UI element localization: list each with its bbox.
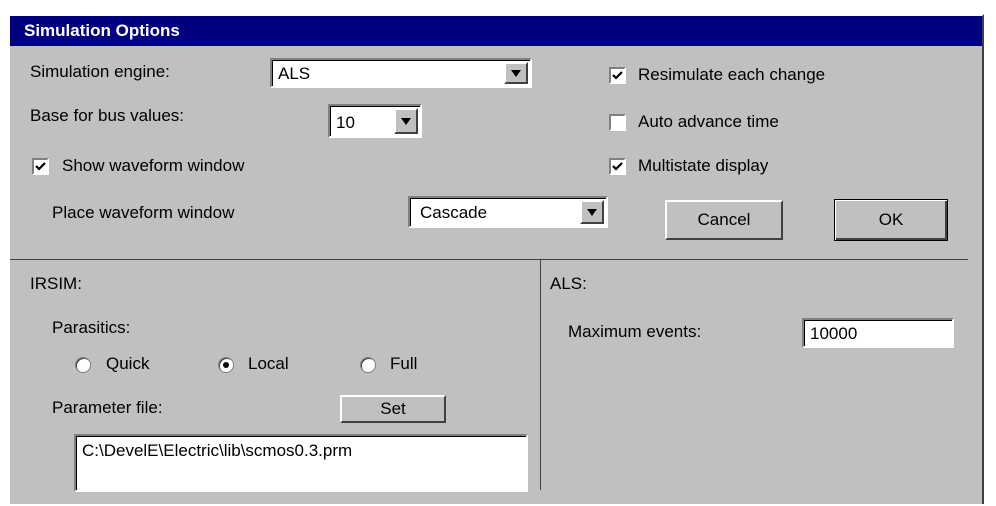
radio-quick[interactable] [75, 357, 91, 373]
place-waveform-select[interactable]: Cascade [408, 196, 608, 228]
place-waveform-dropdown-button[interactable] [580, 200, 604, 224]
max-events-label: Maximum events: [568, 322, 702, 341]
radio-full[interactable] [360, 357, 376, 373]
auto-advance-checkbox[interactable] [609, 114, 626, 131]
check-icon [612, 71, 623, 80]
place-waveform-value: Cascade [420, 203, 488, 222]
show-waveform-checkbox[interactable] [32, 158, 49, 175]
radio-local-label: Local [248, 354, 289, 373]
irsim-heading: IRSIM: [30, 274, 82, 293]
als-heading: ALS: [550, 274, 587, 293]
parameter-file-field[interactable]: C:\DevelE\Electric\lib\scmos0.3.prm [74, 434, 528, 492]
column-divider [540, 260, 541, 490]
bus-base-dropdown-button[interactable] [394, 108, 418, 134]
title-bar: Simulation Options [10, 16, 982, 46]
cancel-button[interactable]: Cancel [665, 200, 783, 240]
chevron-down-icon [401, 118, 411, 125]
parameter-file-path: C:\DevelE\Electric\lib\scmos0.3.prm [82, 441, 353, 460]
multistate-checkbox[interactable] [609, 158, 626, 175]
radio-quick-label: Quick [106, 354, 150, 373]
place-waveform-label: Place waveform window [52, 203, 235, 222]
set-button[interactable]: Set [340, 395, 446, 423]
engine-label: Simulation engine: [30, 62, 170, 81]
auto-advance-label: Auto advance time [638, 112, 779, 131]
ok-button[interactable]: OK [834, 199, 948, 241]
check-icon [35, 162, 46, 171]
resimulate-checkbox[interactable] [609, 67, 626, 84]
engine-value: ALS [278, 64, 311, 83]
radio-full-label: Full [390, 354, 418, 373]
multistate-label: Multistate display [638, 156, 769, 175]
chevron-down-icon [587, 209, 597, 216]
parameter-file-label: Parameter file: [52, 398, 163, 417]
bus-base-value: 10 [336, 113, 355, 132]
section-divider [10, 259, 968, 260]
dialog-title: Simulation Options [24, 21, 180, 40]
check-icon [612, 162, 623, 171]
bus-base-select[interactable]: 10 [328, 104, 422, 138]
max-events-value: 10000 [810, 324, 858, 343]
resimulate-label: Resimulate each change [638, 65, 826, 84]
radio-local[interactable] [218, 357, 234, 373]
engine-dropdown-button[interactable] [504, 62, 528, 84]
radio-selected-dot [223, 362, 229, 368]
parasitics-label: Parasitics: [52, 318, 131, 337]
max-events-input[interactable]: 10000 [802, 318, 954, 348]
engine-select[interactable]: ALS [270, 58, 532, 88]
chevron-down-icon [511, 70, 521, 77]
show-waveform-label: Show waveform window [62, 156, 245, 175]
bus-base-label: Base for bus values: [30, 106, 185, 125]
